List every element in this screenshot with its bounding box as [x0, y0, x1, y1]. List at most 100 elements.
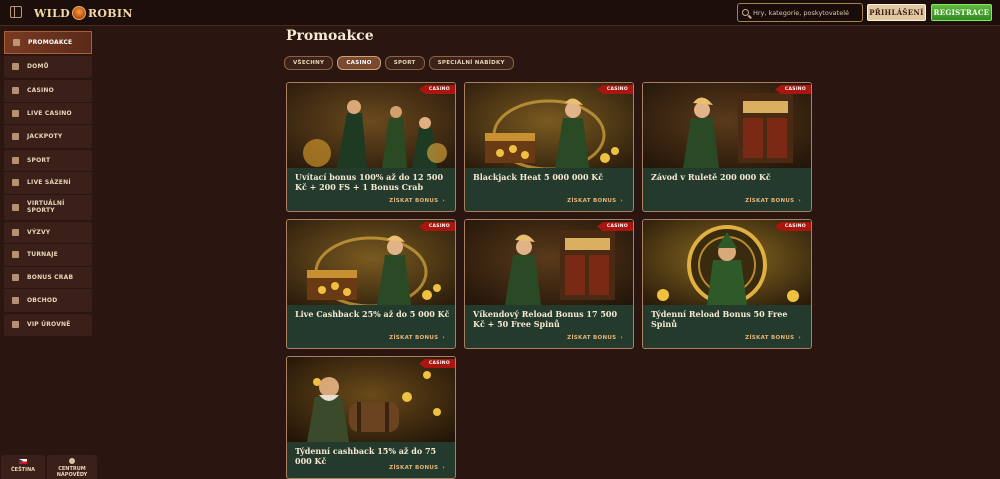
search-input[interactable] — [753, 8, 861, 17]
sidebar-item-label: LIVE SÁZENÍ — [27, 179, 71, 187]
category-badge: CASINO — [596, 85, 633, 94]
trophy-icon — [12, 251, 19, 259]
sidebar-item-virtu-ln-sporty[interactable]: VIRTUÁLNÍ SPORTY — [4, 195, 92, 220]
filter-tab-casino[interactable]: CASINO — [337, 56, 381, 70]
home-icon — [12, 63, 19, 71]
sidebar-group: VIP ÚROVNĚ — [4, 313, 92, 337]
sidebar-item-label: LIVE CASINO — [27, 109, 72, 117]
login-button[interactable]: PŘIHLÁŠENÍ — [867, 4, 926, 21]
promo-card[interactable]: CASINO Blackjack Heat 5 000 000 Kč ZÍSKAT … — [464, 82, 634, 212]
promo-card[interactable]: CASINO Live Cashback 25% až do 5 000 Kč ZÍ… — [286, 219, 456, 349]
category-badge: CASINO — [418, 85, 455, 94]
chevron-right-icon: › — [620, 335, 623, 341]
promo-title: Uvítací bonus 100% až do 12 500 Kč + 200… — [295, 172, 444, 192]
sidebar-item-jackpoty[interactable]: JACKPOTY — [4, 125, 92, 148]
help-icon — [69, 458, 75, 464]
logo-emblem-icon — [71, 6, 86, 20]
promo-title: Live Cashback 25% až do 5 000 Kč — [295, 309, 450, 319]
promo-title: Víkendový Reload Bonus 17 500 Kč + 50 Fr… — [473, 309, 618, 329]
sidebar-item-dom-[interactable]: DOMŮ — [4, 56, 92, 79]
sidebar-item-label: TURNAJE — [27, 251, 58, 259]
claim-bonus-link[interactable]: ZÍSKAT BONUS › — [389, 198, 445, 204]
live-casino-icon — [12, 109, 19, 117]
filter-tabs: VŠECHNY CASINO SPORT SPECIÁLNÍ NABÍDKY — [284, 56, 514, 70]
challenge-icon — [12, 228, 19, 236]
promo-card[interactable]: CASINO Týdenní cashback 15% až do 75 000 … — [286, 356, 456, 479]
promo-card[interactable]: CASINO Víkendový Reload Bonus 17 500 Kč +… — [464, 219, 634, 349]
language-selector[interactable]: ČEŠTINA — [1, 455, 45, 479]
claim-bonus-link[interactable]: ZÍSKAT BONUS › — [567, 198, 623, 204]
jackpot-icon — [12, 132, 19, 140]
promo-image — [287, 83, 455, 168]
logo-robin: ROBIN — [87, 6, 133, 20]
claim-bonus-link[interactable]: ZÍSKAT BONUS › — [745, 335, 801, 341]
register-button[interactable]: REGISTRACE — [931, 4, 992, 21]
sidebar-item-vip-rovn-[interactable]: VIP ÚROVNĚ — [4, 314, 92, 337]
help-center-button[interactable]: CENTRUM NÁPOVĚDY — [47, 455, 97, 479]
gift-icon — [13, 38, 20, 46]
claim-bonus-label: ZÍSKAT BONUS — [567, 335, 617, 341]
czech-flag-icon — [19, 459, 27, 464]
claim-bonus-link[interactable]: ZÍSKAT BONUS › — [389, 465, 445, 471]
sidebar-item-obchod[interactable]: OBCHOD — [4, 289, 92, 312]
sidebar-item-casino[interactable]: CASINO — [4, 80, 92, 103]
filter-tab-sport[interactable]: SPORT — [384, 56, 425, 70]
search-box[interactable] — [737, 3, 863, 22]
promo-image — [287, 357, 455, 442]
crab-icon — [12, 273, 19, 281]
sidebar-item-label: SPORT — [27, 156, 51, 164]
promo-card[interactable]: CASINO Uvítací bonus 100% až do 12 500 Kč… — [286, 82, 456, 212]
promo-image — [287, 220, 455, 305]
sidebar-group: CASINO LIVE CASINO JACKPOTY — [4, 80, 92, 148]
filter-tab-speci-ln-nab-dky[interactable]: SPECIÁLNÍ NABÍDKY — [428, 56, 514, 70]
promo-title: Týdenní Reload Bonus 50 Free Spinů — [651, 309, 788, 329]
top-bar: WILD ROBIN PŘIHLÁŠENÍ REGISTRACE — [0, 0, 1000, 26]
ball-icon — [12, 156, 19, 164]
virtual-sport-icon — [12, 203, 19, 211]
category-badge: CASINO — [596, 222, 633, 231]
sidebar-item-label: BONUS CRAB — [27, 273, 74, 281]
promo-title: Týdenní cashback 15% až do 75 000 Kč — [295, 446, 437, 466]
claim-bonus-label: ZÍSKAT BONUS — [745, 198, 795, 204]
logo[interactable]: WILD ROBIN — [34, 3, 133, 23]
chevron-right-icon: › — [442, 198, 445, 204]
category-badge: CASINO — [418, 359, 455, 368]
promo-image — [465, 220, 633, 305]
claim-bonus-label: ZÍSKAT BONUS — [745, 335, 795, 341]
sidebar-item-live-s-zen-[interactable]: LIVE SÁZENÍ — [4, 172, 92, 195]
shop-icon — [12, 296, 19, 304]
sidebar-item-label: OBCHOD — [27, 296, 58, 304]
sidebar-item-v-zvy[interactable]: VÝZVY — [4, 222, 92, 244]
help-label: CENTRUM NÁPOVĚDY — [56, 466, 88, 478]
sidebar-item-label: VÝZVY — [27, 228, 51, 236]
promo-title: Závod v Ruletě 200 000 Kč — [651, 172, 771, 182]
chevron-right-icon: › — [798, 335, 801, 341]
sidebar-item-live-casino[interactable]: LIVE CASINO — [4, 103, 92, 125]
sidebar-group: VÝZVY TURNAJE BONUS CRAB OBCHOD — [4, 221, 92, 312]
sidebar-group: SPORT LIVE SÁZENÍ VIRTUÁLNÍ SPORTY — [4, 149, 92, 220]
claim-bonus-link[interactable]: ZÍSKAT BONUS › — [567, 335, 623, 341]
sidebar-toggle-icon[interactable] — [10, 6, 22, 18]
sidebar-item-label: CASINO — [27, 87, 54, 95]
sidebar-item-label: PROMOAKCE — [28, 38, 73, 46]
claim-bonus-link[interactable]: ZÍSKAT BONUS › — [389, 335, 445, 341]
live-bet-icon — [12, 179, 19, 187]
sidebar-item-promoakce[interactable]: PROMOAKCE — [4, 31, 92, 54]
page-title: Promoakce — [286, 28, 374, 44]
promo-image — [465, 83, 633, 168]
promo-card[interactable]: CASINO Závod v Ruletě 200 000 Kč ZÍSKAT BO… — [642, 82, 812, 212]
language-label: ČEŠTINA — [10, 467, 35, 473]
sidebar-item-label: DOMŮ — [27, 63, 49, 71]
category-badge: CASINO — [418, 222, 455, 231]
promo-title: Blackjack Heat 5 000 000 Kč — [473, 172, 604, 182]
sidebar-item-label: VIRTUÁLNÍ SPORTY — [27, 200, 65, 214]
chevron-right-icon: › — [442, 465, 445, 471]
chevron-right-icon: › — [620, 198, 623, 204]
category-badge: CASINO — [774, 222, 811, 231]
sidebar-item-sport[interactable]: SPORT — [4, 150, 92, 172]
promo-card[interactable]: CASINO Týdenní Reload Bonus 50 Free Spinů… — [642, 219, 812, 349]
sidebar-item-bonus-crab[interactable]: BONUS CRAB — [4, 267, 92, 289]
filter-tab-v-echny[interactable]: VŠECHNY — [284, 56, 334, 70]
sidebar-item-turnaje[interactable]: TURNAJE — [4, 244, 92, 267]
claim-bonus-link[interactable]: ZÍSKAT BONUS › — [745, 198, 801, 204]
